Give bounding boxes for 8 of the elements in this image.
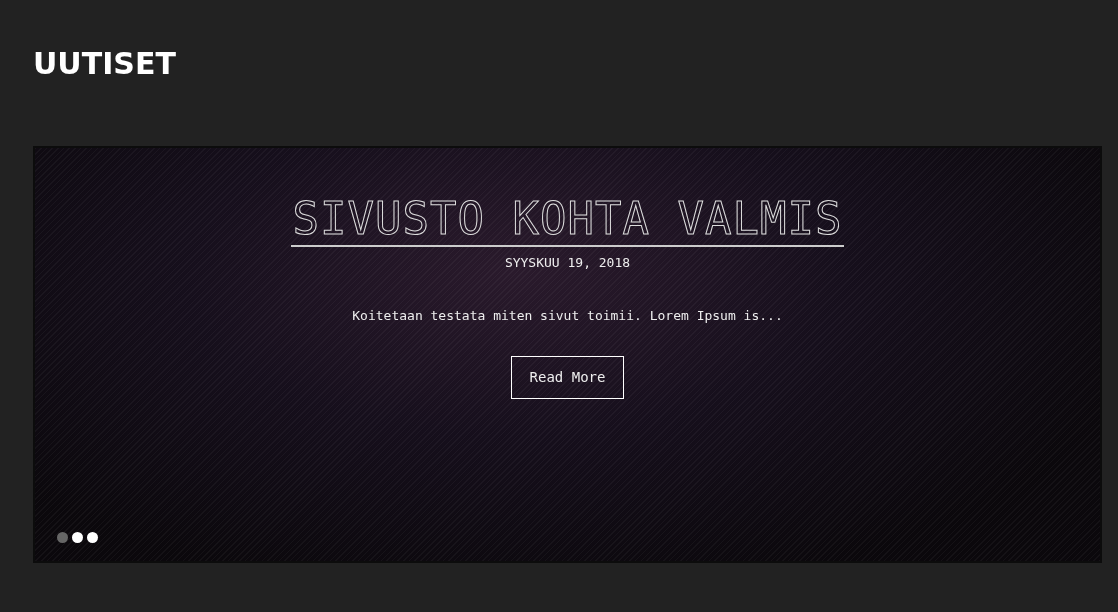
slide-excerpt: Koitetaan testata miten sivut toimii. Lorem Ipsum is... (352, 307, 783, 326)
carousel-dot[interactable] (57, 532, 68, 543)
slide-title: SIVUSTO KOHTA VALMIS (290, 194, 845, 247)
carousel-dot[interactable] (72, 532, 83, 543)
read-more-button[interactable]: Read More (510, 355, 625, 399)
page-heading: UUTISET (33, 46, 177, 82)
carousel-dot[interactable] (87, 532, 98, 543)
slide-date: SYYSKUU 19, 2018 (504, 253, 631, 272)
